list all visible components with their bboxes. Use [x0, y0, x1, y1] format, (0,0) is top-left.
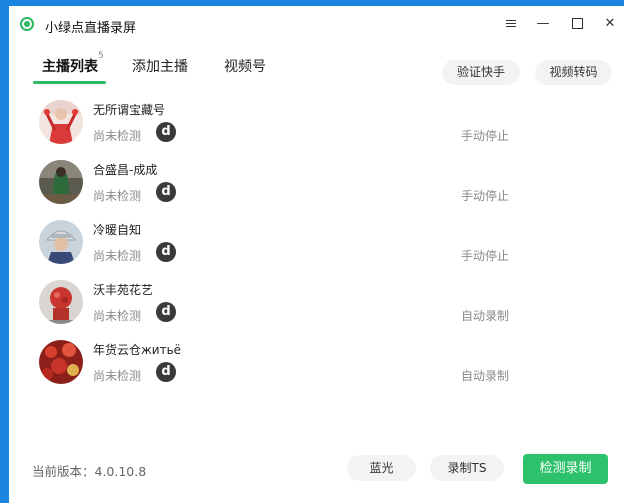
- record-mode[interactable]: 手动停止: [461, 127, 509, 144]
- record-ts-button[interactable]: 录制TS: [430, 455, 504, 481]
- check-status: 尚未检测: [93, 309, 142, 323]
- tab-video-channel[interactable]: 视频号: [224, 56, 266, 76]
- menu-icon[interactable]: [499, 13, 523, 35]
- douyin-icon: d: [156, 302, 176, 322]
- bluray-button[interactable]: 蓝光: [347, 455, 416, 481]
- douyin-icon: d: [156, 182, 176, 202]
- record-mode[interactable]: 自动录制: [461, 367, 509, 384]
- streamer-name: 年货云仓житьё: [93, 343, 182, 357]
- tab-streamer-list[interactable]: 主播列表: [42, 56, 98, 76]
- tab-active-indicator: [33, 81, 106, 84]
- detect-record-button[interactable]: 检测录制: [523, 454, 608, 484]
- record-mode[interactable]: 手动停止: [461, 187, 509, 204]
- avatar: [39, 340, 83, 384]
- app-logo-icon: [20, 17, 34, 31]
- check-status: 尚未检测: [93, 249, 142, 263]
- minimize-icon[interactable]: —: [531, 13, 555, 35]
- tab-badge-count: 5: [98, 51, 104, 61]
- douyin-icon: d: [156, 362, 176, 382]
- list-item[interactable]: 冷暖自知 尚未检测 d 手动停止: [9, 216, 624, 276]
- list-item[interactable]: 无所谓宝藏号 尚未检测 d 手动停止: [9, 96, 624, 156]
- avatar: [39, 100, 83, 144]
- record-mode[interactable]: 自动录制: [461, 307, 509, 324]
- app-title: 小绿点直播录屏: [45, 21, 137, 36]
- list-item[interactable]: 合盛昌-成成 尚未检测 d 手动停止: [9, 156, 624, 216]
- streamer-name: 沃丰苑花艺: [93, 283, 154, 297]
- version-label: 当前版本：4.0.10.8: [32, 464, 147, 479]
- list-item[interactable]: 年货云仓житьё 尚未检测 d 自动录制: [9, 336, 624, 396]
- douyin-icon: d: [156, 122, 176, 142]
- maximize-icon[interactable]: [565, 13, 589, 35]
- app-window: 小绿点直播录屏 — ✕ 主播列表 5 添加主播 视频号 验证快手 视频转码 无所…: [9, 6, 624, 503]
- streamer-name: 冷暖自知: [93, 223, 142, 237]
- list-item[interactable]: 沃丰苑花艺 尚未检测 d 自动录制: [9, 276, 624, 336]
- video-transcode-button[interactable]: 视频转码: [535, 60, 612, 85]
- check-status: 尚未检测: [93, 129, 142, 143]
- streamer-name: 无所谓宝藏号: [93, 103, 166, 117]
- check-status: 尚未检测: [93, 369, 142, 383]
- close-icon[interactable]: ✕: [598, 13, 622, 35]
- verify-kuaishou-button[interactable]: 验证快手: [442, 60, 520, 85]
- tab-add-streamer[interactable]: 添加主播: [132, 56, 188, 76]
- douyin-icon: d: [156, 242, 176, 262]
- tab-bar: 主播列表 5 添加主播 视频号: [9, 50, 624, 86]
- avatar: [39, 160, 83, 204]
- check-status: 尚未检测: [93, 189, 142, 203]
- avatar: [39, 280, 83, 324]
- title-bar: 小绿点直播录屏 — ✕: [9, 6, 624, 42]
- avatar: [39, 220, 83, 264]
- streamer-name: 合盛昌-成成: [93, 163, 158, 177]
- record-mode[interactable]: 手动停止: [461, 247, 509, 264]
